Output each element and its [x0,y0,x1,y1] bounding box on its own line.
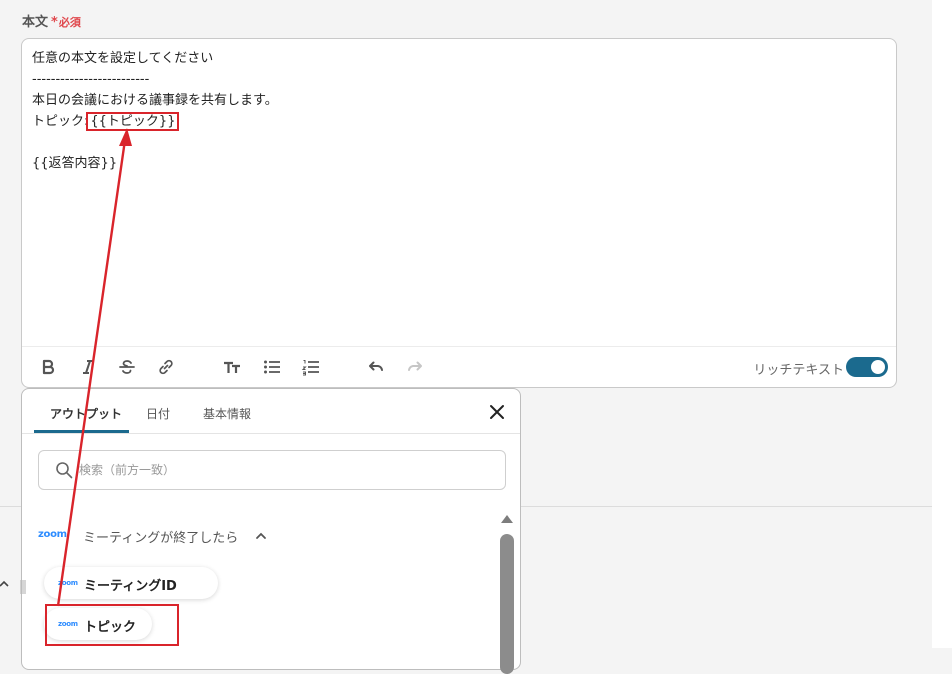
group-title: ミーティングが終了したら [83,531,239,546]
page-right-edge [932,0,952,648]
chevron-up-icon [254,529,268,543]
bold-icon[interactable] [38,357,58,377]
editor-line: 任意の本文を設定してください [32,51,214,66]
topic-variable-token[interactable]: {{トピック}} [86,112,180,131]
italic-icon[interactable] [78,357,98,377]
rich-text-label: リッチテキスト [753,363,844,378]
scroll-up-arrow[interactable] [500,514,514,524]
tab-basic-info[interactable]: 基本情報 [203,405,251,422]
strikethrough-icon[interactable] [117,357,137,377]
editor-line-topic: トピック: {{トピック}} [32,111,278,132]
search-icon [55,461,73,479]
rich-text-toggle[interactable] [846,357,888,377]
close-icon[interactable] [488,403,506,421]
variable-item-label: ミーティングID [84,579,177,594]
link-icon[interactable] [156,357,176,377]
search-box [38,450,506,490]
text-size-icon[interactable] [222,357,242,377]
chevron-up-icon [0,578,10,590]
field-label: 本文 *必須 [22,11,81,30]
topic-item-highlight-box [45,604,179,646]
required-mark: * [51,15,58,30]
tab-date[interactable]: 日付 [146,405,170,422]
tab-output[interactable]: アウトプット [50,405,122,422]
panel-tabs: アウトプット 日付 基本情報 [22,389,520,434]
editor-toolbar: リッチテキスト [22,346,896,387]
variable-item-meeting-id[interactable]: zoom ミーティングID [44,567,218,599]
redo-icon[interactable] [405,357,425,377]
body-editor[interactable]: 任意の本文を設定してください -------------------------… [21,38,897,388]
editor-line: 本日の会議における議事録を共有します。 [32,93,278,108]
editor-line: ------------------------- [32,72,150,87]
required-text: 必須 [58,16,81,29]
editor-content[interactable]: 任意の本文を設定してください -------------------------… [32,48,278,174]
scrollbar-thumb[interactable] [500,534,514,674]
zoom-logo: zoom [58,579,78,587]
field-label-text: 本文 [22,15,49,30]
editor-line: {{返答内容}} [32,156,118,171]
background-fragment [20,580,26,594]
bullet-list-icon[interactable] [262,357,282,377]
search-input[interactable] [77,451,501,489]
numbered-list-icon[interactable] [301,357,321,377]
active-tab-indicator [34,430,129,433]
toggle-knob [871,360,885,374]
topic-prefix: トピック: [32,114,89,129]
zoom-logo: zoom [38,529,67,540]
undo-icon[interactable] [366,357,386,377]
